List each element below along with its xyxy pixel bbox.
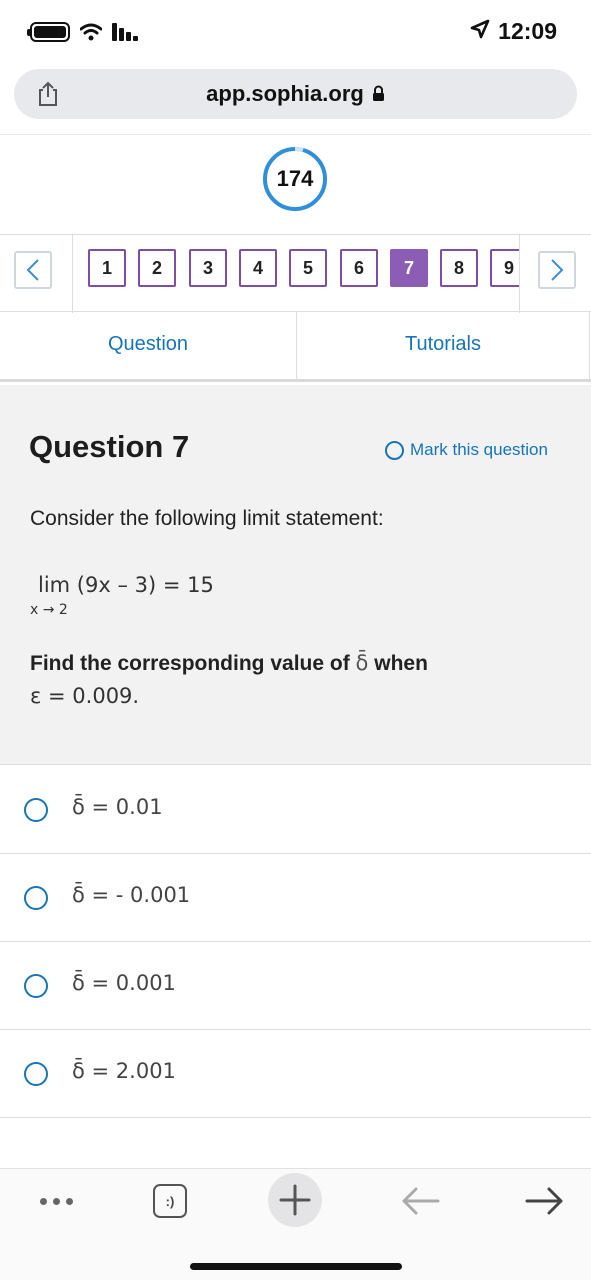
battery-icon [27,22,70,42]
url-label: app.sophia.org [206,81,364,106]
browser-toolbar: :) [0,1168,591,1280]
epsilon-value: ε = 0.009. [30,684,140,708]
signal-icon [112,23,138,41]
pager-divider-right [519,235,520,313]
lock-icon [372,82,385,108]
back-arrow-icon[interactable] [398,1184,442,1218]
page-button-2[interactable]: 2 [138,249,176,287]
next-page-button[interactable] [538,251,576,289]
plus-icon[interactable] [268,1173,322,1227]
answer-option-1[interactable]: δ̄ = 0.01 [0,766,591,854]
chevron-right-icon [551,259,564,281]
page-button-4[interactable]: 4 [239,249,277,287]
question-pager: 123456789 [0,234,591,313]
tabs-icon[interactable]: :) [153,1184,187,1218]
radio-button[interactable] [24,974,48,998]
header-divider [0,134,591,135]
page-button-3[interactable]: 3 [189,249,227,287]
mark-circle-icon [385,440,404,460]
chevron-left-icon [26,259,39,281]
option-text: δ̄ = 0.001 [72,971,176,995]
option-text: δ̄ = - 0.001 [72,883,191,907]
tab-bar: Question Tutorials [0,312,591,382]
delta-symbol: δ̄ [355,651,369,675]
url-bar[interactable]: app.sophia.org [14,69,577,119]
page-button-8[interactable]: 8 [440,249,478,287]
question-title: Question 7 [29,429,190,464]
option-text: δ̄ = 2.001 [72,1059,176,1083]
page-button-5[interactable]: 5 [289,249,327,287]
radio-button[interactable] [24,798,48,822]
find-instruction: Find the corresponding value of δ̄ when [30,651,428,676]
page-button-7[interactable]: 7 [390,249,428,287]
answer-option-3[interactable]: δ̄ = 0.001 [0,942,591,1030]
find-when: when [374,652,428,675]
answer-option-2[interactable]: δ̄ = - 0.001 [0,854,591,942]
more-icon[interactable] [36,1189,76,1213]
status-icons-left [27,22,138,42]
question-prompt: Consider the following limit statement: [30,507,384,530]
score-value: 174 [276,166,314,191]
forward-arrow-icon[interactable] [523,1184,567,1218]
option-text: δ̄ = 0.01 [72,795,163,819]
page-buttons: 123456789 [88,249,519,289]
prev-page-button[interactable] [14,251,52,289]
radio-button[interactable] [24,886,48,910]
wifi-icon [80,23,102,41]
page-button-9[interactable]: 9 [490,249,519,287]
find-text: Find the corresponding value of [30,652,350,675]
question-panel: Question 7 Mark this question Consider t… [0,385,591,765]
url-text[interactable]: app.sophia.org [14,81,577,108]
limit-subscript: x → 2 [30,602,68,618]
page-button-6[interactable]: 6 [340,249,378,287]
home-indicator [190,1263,402,1270]
mark-question-button[interactable]: Mark this question [385,440,548,460]
location-arrow-icon [470,18,490,45]
pager-divider-left [72,235,73,313]
status-icons-right: 12:09 [470,18,557,45]
page-button-1[interactable]: 1 [88,249,126,287]
tab-question[interactable]: Question [0,312,296,382]
clock: 12:09 [498,18,557,44]
limit-expression: lim (9x – 3) = 15 [38,573,214,597]
mark-question-label: Mark this question [410,440,548,459]
status-bar: 12:09 [0,0,591,64]
radio-button[interactable] [24,1062,48,1086]
answer-option-4[interactable]: δ̄ = 2.001 [0,1030,591,1118]
tab-tutorials[interactable]: Tutorials [296,312,590,382]
